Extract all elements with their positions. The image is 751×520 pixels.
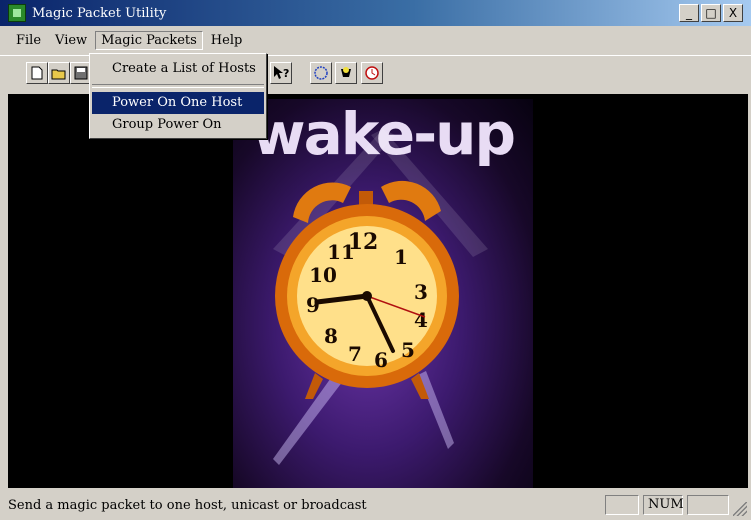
menu-help[interactable]: Help (205, 31, 249, 50)
menu-view[interactable]: View (49, 31, 93, 50)
new-file-icon[interactable] (26, 62, 48, 84)
title-bar: Magic Packet Utility _ □ X (0, 0, 751, 26)
svg-text:8: 8 (324, 324, 338, 348)
menu-power-on-one-host[interactable]: Power On One Host (92, 92, 264, 114)
maximize-button[interactable]: □ (701, 4, 721, 22)
menu-separator (92, 84, 264, 88)
svg-text:11: 11 (327, 240, 355, 264)
status-pane-scroll (687, 495, 729, 515)
svg-text:7: 7 (348, 342, 362, 366)
menu-magic-packets[interactable]: Magic Packets (95, 30, 203, 50)
power-circle-icon[interactable] (310, 62, 332, 84)
open-folder-icon[interactable] (48, 62, 70, 84)
close-button[interactable]: X (723, 4, 743, 22)
svg-text:3: 3 (414, 280, 428, 304)
help-pointer-icon[interactable]: ? (270, 62, 292, 84)
status-message: Send a magic packet to one host, unicast… (8, 498, 367, 513)
app-icon[interactable] (8, 4, 26, 22)
num-lock-indicator: NUM (643, 495, 684, 515)
resize-grip[interactable] (733, 502, 747, 516)
menu-bar: File View Magic Packets Help (0, 28, 751, 52)
svg-text:9: 9 (306, 293, 320, 317)
svg-text:1: 1 (394, 245, 408, 269)
svg-text:?: ? (283, 67, 289, 80)
status-bar: Send a magic packet to one host, unicast… (0, 490, 751, 520)
wake-up-poster: wake-up 12 1 3 4 5 6 7 8 9 10 11 (233, 99, 533, 488)
svg-text:4: 4 (414, 308, 428, 332)
svg-text:5: 5 (401, 338, 415, 362)
svg-text:10: 10 (309, 263, 337, 287)
minimize-button[interactable]: _ (679, 4, 699, 22)
wake-host-icon[interactable] (335, 62, 357, 84)
alarm-clock-image: 12 1 3 4 5 6 7 8 9 10 11 (273, 129, 488, 465)
menu-file[interactable]: File (10, 31, 47, 50)
status-pane-empty (605, 495, 639, 515)
menu-group-power-on[interactable]: Group Power On (90, 114, 266, 136)
window-title: Magic Packet Utility (32, 5, 167, 21)
clock-icon[interactable] (361, 62, 383, 84)
window-controls: _ □ X (679, 4, 743, 22)
svg-text:6: 6 (374, 348, 388, 372)
main-canvas: wake-up 12 1 3 4 5 6 7 8 9 10 11 (8, 94, 748, 488)
magic-packets-menu: Create a List of Hosts Power On One Host… (89, 53, 267, 139)
menu-create-list-of-hosts[interactable]: Create a List of Hosts (90, 58, 266, 80)
